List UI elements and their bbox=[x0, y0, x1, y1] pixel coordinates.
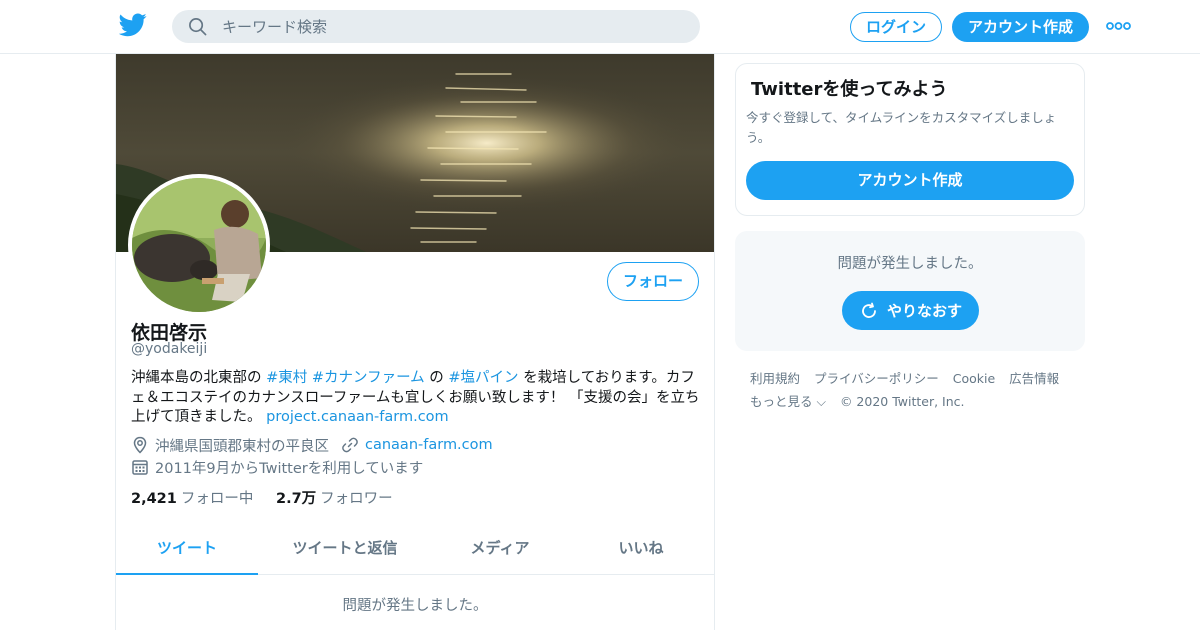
profile-handle: @yodakeiji bbox=[131, 341, 208, 357]
hashtag-link[interactable]: #東村 bbox=[266, 370, 307, 386]
top-navigation-bar: ログイン アカウント作成 bbox=[0, 0, 1200, 54]
tab-likes[interactable]: いいね bbox=[568, 524, 714, 575]
profile-tabs: ツイート ツイートと返信 メディア いいね bbox=[116, 524, 714, 575]
search-input[interactable] bbox=[222, 10, 682, 43]
retry-label: やりなおす bbox=[886, 302, 962, 320]
search-box[interactable] bbox=[172, 10, 700, 43]
sidebar-footer: 利用規約 プライバシーポリシー Cookie 広告情報 もっと見る ⌵ © 20… bbox=[750, 367, 1080, 413]
tab-media[interactable]: メディア bbox=[432, 524, 568, 575]
followers-label: フォロワー bbox=[320, 491, 393, 507]
followers-count: 2.7万 bbox=[275, 491, 317, 507]
tab-tweets[interactable]: ツイート bbox=[116, 524, 258, 575]
profile-joined-date: 2011年9月からTwitterを利用しています bbox=[155, 460, 424, 477]
retry-button[interactable]: やりなおす bbox=[842, 291, 979, 330]
login-button[interactable]: ログイン bbox=[850, 12, 942, 42]
followers-stat[interactable]: 2.7万 フォロワー bbox=[276, 487, 393, 508]
more-dots-icon[interactable] bbox=[1106, 19, 1131, 33]
avatar-photo bbox=[132, 178, 266, 312]
signup-card-button[interactable]: アカウント作成 bbox=[746, 161, 1074, 200]
search-icon bbox=[189, 18, 207, 36]
following-label: フォロー中 bbox=[180, 491, 254, 507]
profile-location: 沖縄県国頭郡東村の平良区 bbox=[155, 438, 329, 455]
location-pin-icon bbox=[133, 436, 147, 454]
timeline-error-message: 問題が発生しました。 bbox=[342, 598, 488, 614]
following-stat[interactable]: 2,421 フォロー中 bbox=[131, 487, 253, 508]
signup-promo-card: Twitterを使ってみよう 今すぐ登録して、タイムラインをカスタマイズしましょ… bbox=[735, 63, 1085, 216]
link-icon bbox=[342, 437, 358, 453]
profile-location-row: 沖縄県国頭郡東村の平良区 canaan-farm.com bbox=[131, 435, 493, 455]
following-count: 2,421 bbox=[131, 491, 177, 507]
bio-url-link[interactable]: project.canaan-farm.com bbox=[266, 409, 449, 425]
sidebar-error-card: 問題が発生しました。 やりなおす bbox=[735, 231, 1085, 351]
footer-link-more[interactable]: もっと見る ⌵ bbox=[750, 394, 826, 409]
footer-link-terms[interactable]: 利用規約 bbox=[750, 371, 800, 386]
tab-tweets-and-replies[interactable]: ツイートと返信 bbox=[258, 524, 432, 575]
signup-button[interactable]: アカウント作成 bbox=[952, 12, 1089, 42]
signup-card-description: 今すぐ登録して、タイムラインをカスタマイズしましょう。 bbox=[746, 110, 1057, 145]
profile-joined-row: 2011年9月からTwitterを利用しています bbox=[131, 457, 423, 477]
sidebar-error-message: 問題が発生しました。 bbox=[837, 256, 983, 272]
footer-copyright: © 2020 Twitter, Inc. bbox=[839, 394, 965, 409]
twitter-bird-icon[interactable] bbox=[119, 13, 147, 37]
footer-link-privacy[interactable]: プライバシーポリシー bbox=[814, 371, 939, 386]
hashtag-link[interactable]: #カナンファーム bbox=[312, 370, 425, 386]
bio-text: 沖縄本島の北東部の bbox=[131, 370, 267, 386]
signup-card-title: Twitterを使ってみよう bbox=[751, 79, 948, 100]
bio-text: の bbox=[424, 370, 449, 386]
refresh-icon bbox=[862, 302, 876, 318]
calendar-icon bbox=[132, 460, 148, 475]
follow-button[interactable]: フォロー bbox=[607, 262, 699, 301]
profile-avatar[interactable] bbox=[128, 174, 270, 316]
hashtag-link[interactable]: #塩パイン bbox=[448, 370, 518, 386]
profile-stats: 2,421 フォロー中 2.7万 フォロワー bbox=[131, 487, 411, 508]
footer-link-ads-info[interactable]: 広告情報 bbox=[1009, 371, 1059, 386]
profile-column: フォロー 依田啓示 @yodakeiji 沖縄本島の北東部の #東村 #カナンフ… bbox=[115, 54, 715, 630]
footer-link-cookie[interactable]: Cookie bbox=[953, 371, 995, 386]
profile-website-link[interactable]: canaan-farm.com bbox=[365, 437, 493, 453]
profile-bio: 沖縄本島の北東部の #東村 #カナンファーム の #塩パイン を栽培しております… bbox=[131, 369, 701, 428]
